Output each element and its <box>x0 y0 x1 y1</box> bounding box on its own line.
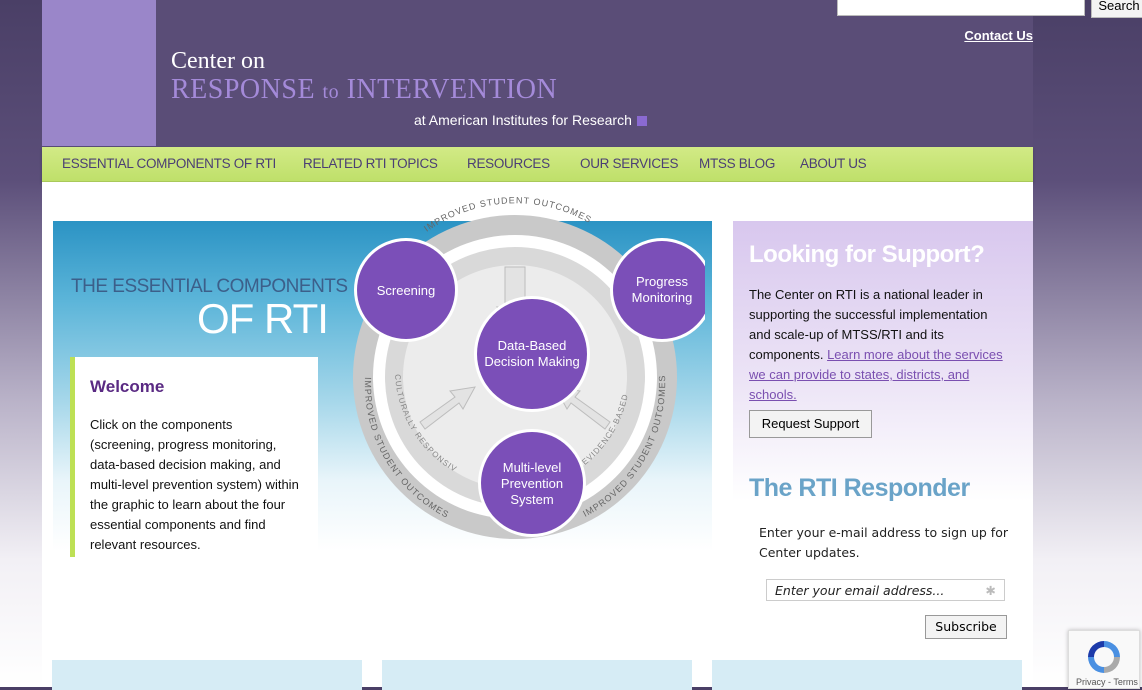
page: Center on RESPONSE to INTERVENTION at Am… <box>42 0 1142 690</box>
main-nav: ESSENTIAL COMPONENTS OF RTI RELATED RTI … <box>42 147 1033 182</box>
recaptcha-icon <box>1088 641 1120 673</box>
nav-our-services[interactable]: OUR SERVICES <box>580 156 678 171</box>
welcome-body: Click on the components (screening, prog… <box>90 417 299 552</box>
nav-mtss-blog[interactable]: MTSS BLOG <box>699 156 775 171</box>
required-star-icon: ✱ <box>985 583 996 598</box>
multi-label-2: Prevention <box>501 476 563 491</box>
multi-label-3: System <box>510 492 553 507</box>
header: Center on RESPONSE to INTERVENTION at Am… <box>156 0 1142 146</box>
email-input[interactable]: Enter your email address... ✱ <box>766 579 1005 601</box>
progress-label-1: Progress <box>636 274 689 289</box>
nav-related-topics[interactable]: RELATED RTI TOPICS <box>303 156 438 171</box>
support-sidebar: Looking for Support? The Center on RTI i… <box>733 221 1033 687</box>
screening-button[interactable]: Screening <box>354 238 458 342</box>
nav-about-us[interactable]: ABOUT US <box>800 156 867 171</box>
bottom-tile-1[interactable] <box>52 660 362 690</box>
content: THE ESSENTIAL COMPONENTS OF RTI Welcome … <box>42 182 1033 690</box>
data-based-decision-making-button[interactable]: Data-Based Decision Making <box>474 296 590 412</box>
search-button[interactable]: Search <box>1091 0 1142 18</box>
recaptcha-links[interactable]: Privacy - Terms <box>1076 677 1138 687</box>
welcome-box: Welcome Click on the components (screeni… <box>70 357 318 557</box>
progress-label-2: Monitoring <box>632 290 693 305</box>
rti-components-diagram: IMPROVED STUDENT OUTCOMES IMPROVED STUDE… <box>325 197 705 539</box>
logo-line2[interactable]: RESPONSE to INTERVENTION <box>171 74 557 106</box>
recaptcha-badge[interactable]: Privacy - Terms <box>1068 630 1140 689</box>
center-label-1: Data-Based <box>498 338 567 353</box>
logo-response: RESPONSE <box>171 74 316 105</box>
logo-block <box>42 0 156 146</box>
search-input[interactable] <box>837 0 1085 16</box>
logo-air: at American Institutes for Research <box>414 112 632 128</box>
welcome-title: Welcome <box>90 377 165 396</box>
multi-label-1: Multi-level <box>503 460 562 475</box>
logo-to: to <box>322 81 340 103</box>
multi-level-prevention-button[interactable]: Multi-level Prevention System <box>478 429 586 537</box>
logo-line1[interactable]: Center on <box>171 48 265 75</box>
screening-label: Screening <box>377 283 436 298</box>
logo-square-icon <box>636 116 647 127</box>
hero-title-line2: OF RTI <box>197 295 329 342</box>
contact-us-link[interactable]: Contact Us <box>964 28 1033 43</box>
bottom-tile-2[interactable] <box>382 660 692 690</box>
email-placeholder: Enter your email address... <box>775 583 945 598</box>
request-support-button[interactable]: Request Support <box>749 410 872 438</box>
subscribe-button[interactable]: Subscribe <box>925 615 1007 639</box>
logo-intervention: INTERVENTION <box>346 74 558 105</box>
support-text: The Center on RTI is a national leader i… <box>749 285 1011 405</box>
hero-banner: THE ESSENTIAL COMPONENTS OF RTI Welcome … <box>53 197 712 557</box>
responder-text: Enter your e-mail address to sign up for… <box>759 525 1008 560</box>
logo-line3: at American Institutes for Research <box>414 112 647 128</box>
responder-title: The RTI Responder <box>749 474 970 502</box>
nav-essential-components[interactable]: ESSENTIAL COMPONENTS OF RTI <box>62 156 276 171</box>
nav-resources[interactable]: RESOURCES <box>467 156 550 171</box>
support-title: Looking for Support? <box>749 241 985 268</box>
center-label-2: Decision Making <box>484 354 579 369</box>
bottom-tile-3[interactable] <box>712 660 1022 690</box>
